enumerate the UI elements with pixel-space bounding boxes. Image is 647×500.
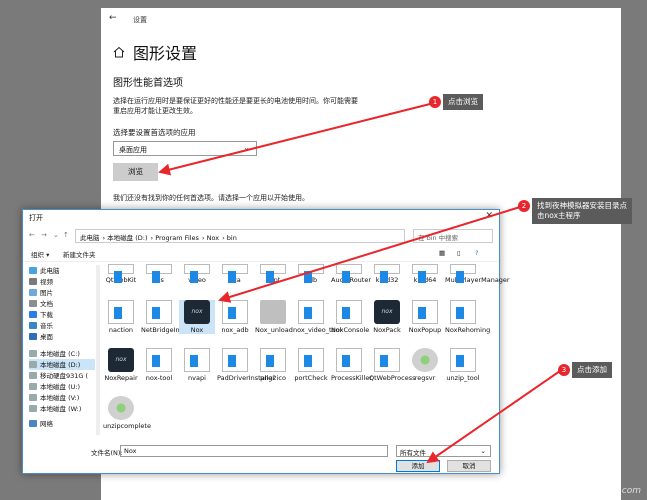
annotation-arrows [158,103,561,464]
arrow-to-nox [218,206,521,303]
arrow-to-add [426,370,561,464]
arrow-to-browse [158,103,431,176]
